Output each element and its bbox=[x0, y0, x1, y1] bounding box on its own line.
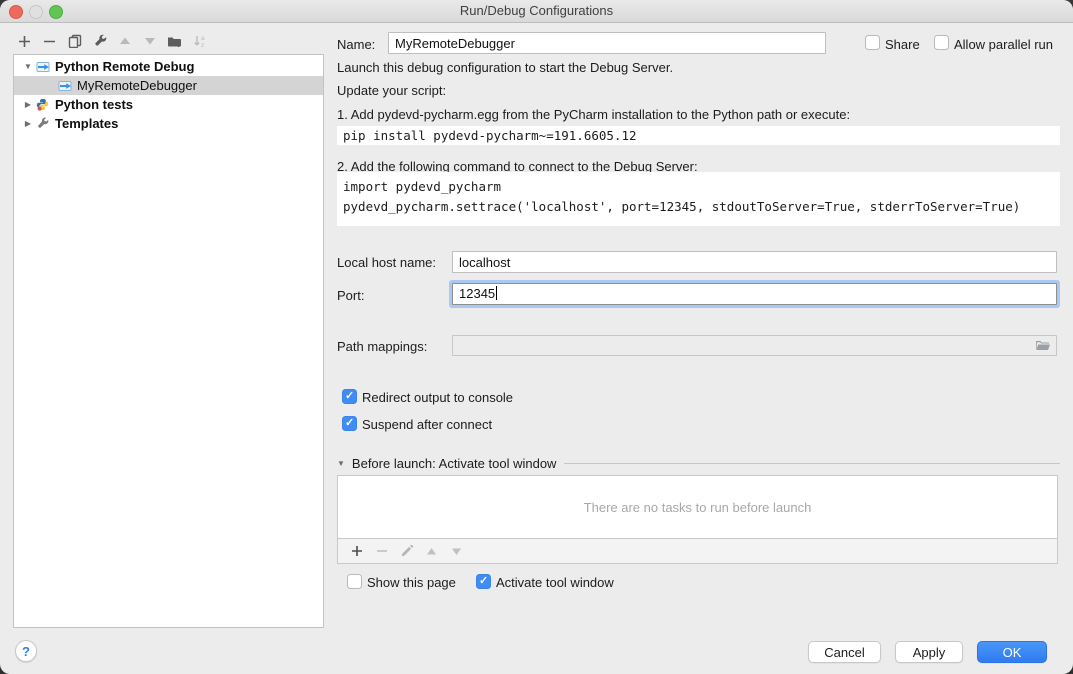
pip-install-code: pip install pydevd-pycharm~=191.6605.12 bbox=[337, 126, 1060, 145]
tree-item-label: Python tests bbox=[55, 97, 133, 112]
ok-button[interactable]: OK bbox=[977, 641, 1047, 663]
allow-parallel-run-label: Allow parallel run bbox=[954, 37, 1053, 52]
move-up-button[interactable] bbox=[112, 31, 137, 51]
minus-icon bbox=[376, 545, 388, 557]
copy-configuration-button[interactable] bbox=[62, 31, 87, 51]
suspend-after-connect-checkbox[interactable] bbox=[342, 416, 357, 431]
share-checkbox[interactable] bbox=[865, 35, 880, 50]
text-caret bbox=[496, 286, 497, 300]
arrow-up-icon bbox=[119, 36, 131, 46]
sort-az-icon: az bbox=[193, 34, 207, 48]
configurations-toolbar: az bbox=[12, 31, 212, 51]
minus-icon bbox=[43, 35, 56, 48]
port-label: Port: bbox=[337, 288, 364, 303]
svg-text:a: a bbox=[201, 35, 205, 42]
configuration-editor: Name: Share Allow parallel run Launch th… bbox=[325, 22, 1073, 674]
before-launch-title: Before launch: Activate tool window bbox=[352, 456, 557, 471]
remote-debug-icon bbox=[36, 60, 51, 73]
plus-icon bbox=[351, 545, 363, 557]
arrow-down-icon bbox=[451, 547, 462, 556]
wrench-icon bbox=[93, 34, 107, 48]
empty-tasks-message: There are no tasks to run before launch bbox=[338, 500, 1057, 515]
wrench-icon bbox=[36, 117, 51, 130]
window-title: Run/Debug Configurations bbox=[0, 3, 1073, 18]
run-debug-configurations-dialog: Run/Debug Configurations az ▼ bbox=[0, 0, 1073, 674]
redirect-output-label: Redirect output to console bbox=[362, 390, 513, 405]
tree-item-python-remote-debug[interactable]: ▼ Python Remote Debug bbox=[14, 57, 323, 76]
redirect-output-checkbox[interactable] bbox=[342, 389, 357, 404]
local-host-name-input[interactable] bbox=[452, 251, 1057, 273]
svg-text:z: z bbox=[201, 42, 204, 48]
title-bar: Run/Debug Configurations bbox=[0, 0, 1073, 23]
edit-templates-button[interactable] bbox=[87, 31, 112, 51]
help-button[interactable]: ? bbox=[15, 640, 37, 662]
before-launch-toolbar bbox=[337, 539, 1058, 564]
path-mappings-label: Path mappings: bbox=[337, 339, 427, 354]
settrace-code-line-2: pydevd_pycharm.settrace('localhost', por… bbox=[343, 197, 1060, 217]
add-configuration-button[interactable] bbox=[12, 31, 37, 51]
instruction-line-1: Launch this debug configuration to start… bbox=[337, 60, 673, 75]
sort-configurations-button[interactable]: az bbox=[187, 31, 212, 51]
pencil-icon bbox=[400, 545, 413, 558]
chevron-expanded-icon[interactable]: ▼ bbox=[337, 459, 345, 468]
instruction-step-1: 1. Add pydevd-pycharm.egg from the PyCha… bbox=[337, 107, 850, 122]
remove-configuration-button[interactable] bbox=[37, 31, 62, 51]
copy-icon bbox=[68, 34, 82, 48]
tree-item-label: MyRemoteDebugger bbox=[77, 78, 197, 93]
arrow-up-icon bbox=[426, 547, 437, 556]
chevron-expanded-icon[interactable]: ▼ bbox=[22, 62, 34, 71]
cancel-button[interactable]: Cancel bbox=[808, 641, 881, 663]
share-label: Share bbox=[885, 37, 920, 52]
remote-debug-icon bbox=[58, 79, 73, 92]
move-down-button[interactable] bbox=[137, 31, 162, 51]
settrace-code-line-1: import pydevd_pycharm bbox=[343, 177, 1060, 197]
show-this-page-checkbox[interactable] bbox=[347, 574, 362, 589]
arrow-down-icon bbox=[144, 36, 156, 46]
activate-tool-window-label: Activate tool window bbox=[496, 575, 614, 590]
new-folder-button[interactable] bbox=[162, 31, 187, 51]
add-task-button[interactable] bbox=[344, 541, 369, 561]
before-launch-header: ▼ Before launch: Activate tool window bbox=[337, 456, 1060, 471]
name-label: Name: bbox=[337, 37, 375, 52]
name-input[interactable] bbox=[388, 32, 826, 54]
edit-task-button[interactable] bbox=[394, 541, 419, 561]
settrace-code-block: import pydevd_pycharm pydevd_pycharm.set… bbox=[337, 172, 1060, 226]
move-task-down-button[interactable] bbox=[444, 541, 469, 561]
folder-plus-icon bbox=[167, 35, 182, 48]
tree-item-python-tests[interactable]: ▶ Python tests bbox=[14, 95, 323, 114]
before-launch-task-list[interactable]: There are no tasks to run before launch bbox=[337, 475, 1058, 539]
tree-item-label: Python Remote Debug bbox=[55, 59, 194, 74]
local-host-name-label: Local host name: bbox=[337, 255, 436, 270]
apply-button[interactable]: Apply bbox=[895, 641, 963, 663]
activate-tool-window-checkbox[interactable] bbox=[476, 574, 491, 589]
path-mappings-input[interactable] bbox=[452, 335, 1057, 356]
instruction-line-2: Update your script: bbox=[337, 83, 446, 98]
chevron-collapsed-icon[interactable]: ▶ bbox=[22, 119, 34, 128]
tree-item-myremotedebugger[interactable]: MyRemoteDebugger bbox=[14, 76, 323, 95]
configurations-tree: ▼ Python Remote Debug MyRemoteDebugger ▶… bbox=[13, 54, 324, 628]
move-task-up-button[interactable] bbox=[419, 541, 444, 561]
section-divider bbox=[564, 463, 1060, 464]
show-this-page-label: Show this page bbox=[367, 575, 456, 590]
tree-item-label: Templates bbox=[55, 116, 118, 131]
browse-folder-icon[interactable] bbox=[1035, 339, 1051, 355]
tree-item-templates[interactable]: ▶ Templates bbox=[14, 114, 323, 133]
allow-parallel-run-checkbox[interactable] bbox=[934, 35, 949, 50]
port-value: 12345 bbox=[459, 286, 495, 301]
suspend-after-connect-label: Suspend after connect bbox=[362, 417, 492, 432]
plus-icon bbox=[18, 35, 31, 48]
port-input[interactable]: 12345 bbox=[452, 283, 1057, 305]
remove-task-button[interactable] bbox=[369, 541, 394, 561]
chevron-collapsed-icon[interactable]: ▶ bbox=[22, 100, 34, 109]
python-icon bbox=[36, 98, 51, 111]
